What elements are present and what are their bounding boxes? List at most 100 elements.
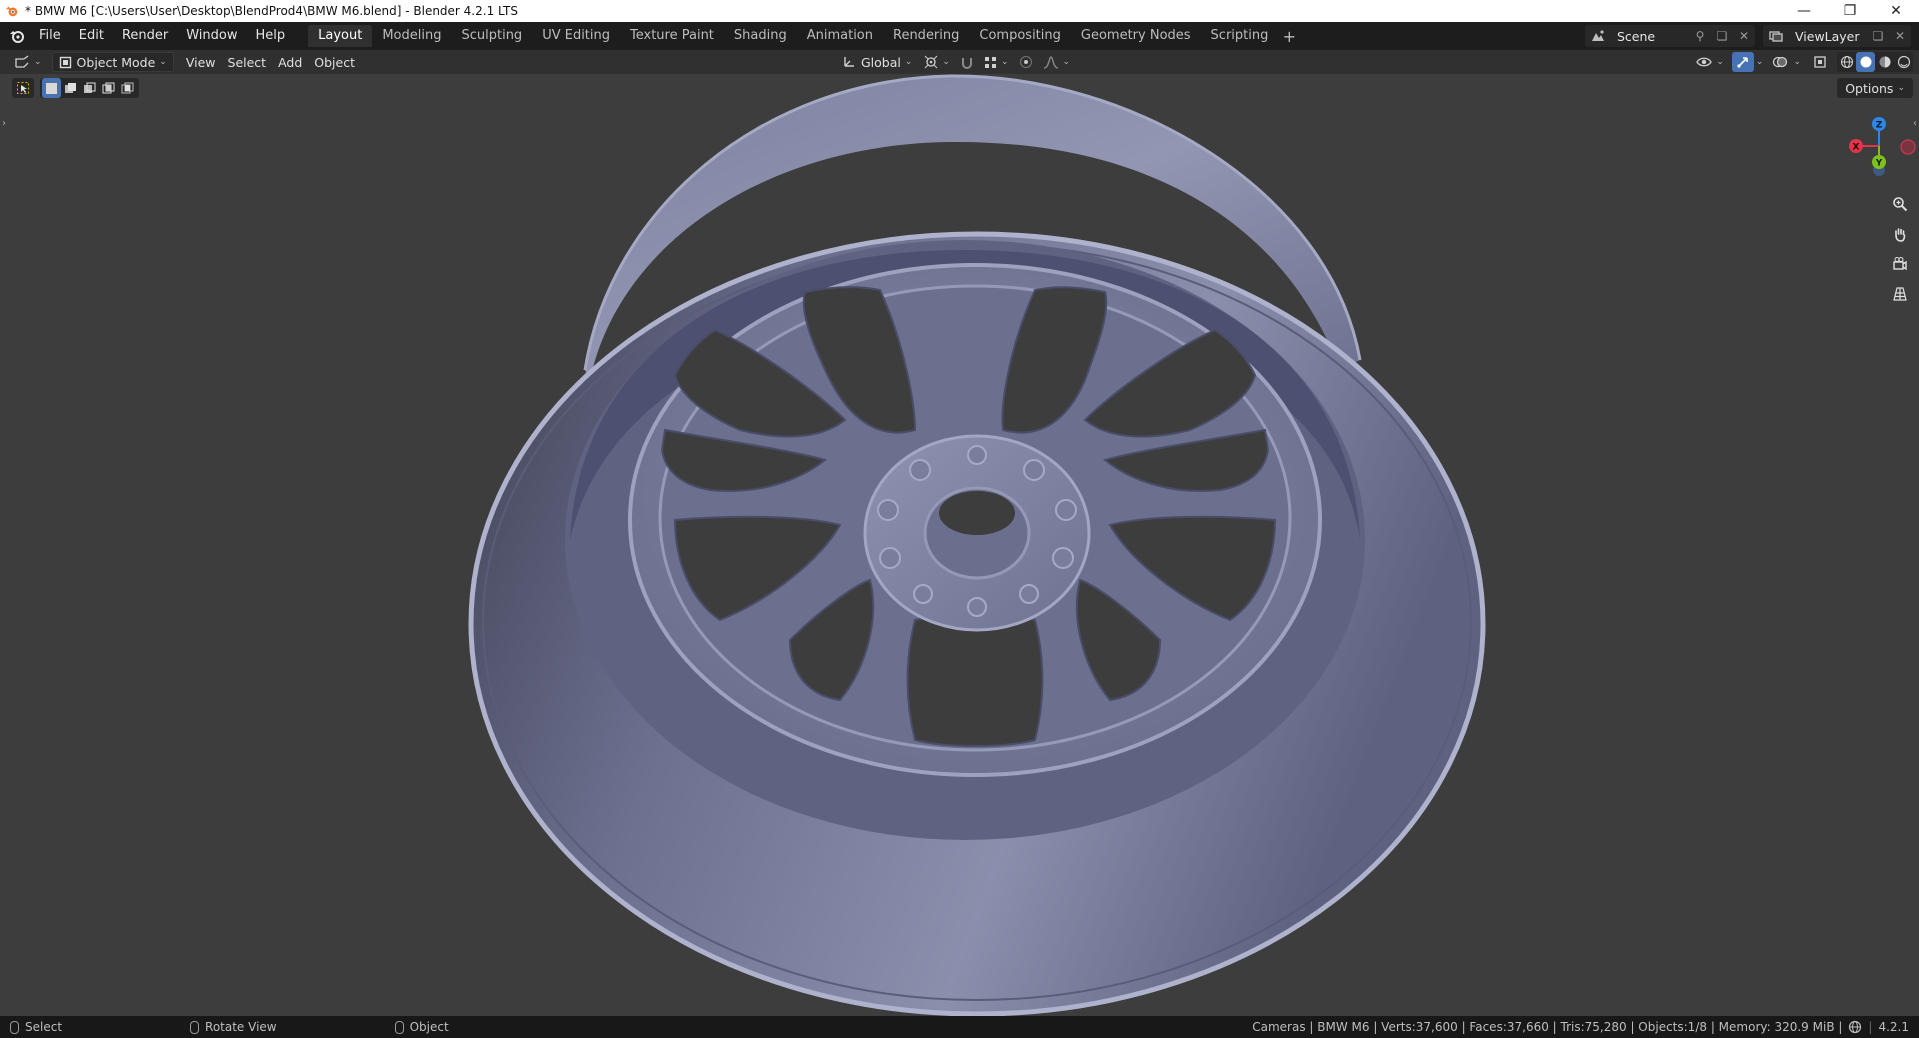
tab-shading[interactable]: Shading xyxy=(724,25,797,47)
menu-edit[interactable]: Edit xyxy=(70,22,113,50)
tab-scripting[interactable]: Scripting xyxy=(1201,25,1279,47)
chevron-down-icon[interactable]: ⌄ xyxy=(1756,57,1764,67)
pivot-point-dropdown[interactable]: ⌄ xyxy=(918,52,956,72)
new-scene-icon[interactable]: ❏ xyxy=(1711,25,1733,47)
orientation-label: Global xyxy=(861,54,901,70)
visibility-dropdown[interactable]: ⌄ xyxy=(1690,52,1730,72)
scene-icon xyxy=(1585,25,1611,47)
menu-render[interactable]: Render xyxy=(113,22,177,50)
restore-button[interactable]: ❐ xyxy=(1827,0,1873,22)
scene-selector[interactable]: Scene ⚲ ❏ ✕ xyxy=(1585,25,1755,47)
status-object-label: Object xyxy=(409,1020,449,1034)
editor-type-button[interactable]: ⌄ xyxy=(8,52,48,72)
select-invert-icon[interactable] xyxy=(99,78,118,98)
status-select-hint: Select xyxy=(10,1020,62,1034)
blender-version: 4.2.1 xyxy=(1878,1020,1909,1034)
status-select-label: Select xyxy=(25,1020,63,1034)
blender-app-icon xyxy=(5,6,18,17)
delete-view-layer-icon[interactable]: ✕ xyxy=(1889,25,1911,47)
chevron-down-icon: ⌄ xyxy=(904,57,913,67)
pin-icon[interactable]: ⚲ xyxy=(1689,25,1711,47)
snap-grid-icon xyxy=(984,56,996,68)
select-box-tool-icon[interactable] xyxy=(12,78,34,98)
scene-name[interactable]: Scene xyxy=(1611,29,1689,44)
options-dropdown[interactable]: Options ⌄ xyxy=(1837,78,1913,98)
eye-icon xyxy=(1696,57,1713,67)
tab-geometry-nodes[interactable]: Geometry Nodes xyxy=(1071,25,1201,47)
tab-modeling[interactable]: Modeling xyxy=(372,25,451,47)
options-label: Options xyxy=(1845,80,1894,96)
menu-select[interactable]: Select xyxy=(222,52,273,72)
proportional-editing-icon[interactable] xyxy=(1015,52,1037,72)
editor-type-icon xyxy=(15,55,29,68)
menu-help[interactable]: Help xyxy=(247,22,295,50)
snap-target-dropdown[interactable]: ⌄ xyxy=(978,52,1015,72)
viewport-display-tools: ⌄ ⌄ ⌄ xyxy=(1690,50,1913,74)
menu-file[interactable]: File xyxy=(30,22,70,50)
tab-sculpting[interactable]: Sculpting xyxy=(451,25,532,47)
view-layer-selector[interactable]: ViewLayer ❏ ✕ xyxy=(1763,25,1911,47)
blender-window: * BMW M6 [C:\Users\User\Desktop\BlendPro… xyxy=(0,0,1919,1038)
mode-dropdown[interactable]: Object Mode ⌄ xyxy=(51,52,174,72)
chevron-down-icon: ⌄ xyxy=(1062,57,1071,67)
status-rotate-hint: Rotate View xyxy=(190,1020,277,1034)
camera-view-icon[interactable] xyxy=(1889,252,1911,276)
status-bar: Select Rotate View Object Cameras | BMW … xyxy=(0,1016,1919,1038)
select-extend-icon[interactable] xyxy=(61,78,80,98)
pan-hand-icon[interactable] xyxy=(1889,222,1911,246)
tab-animation[interactable]: Animation xyxy=(797,25,883,47)
tab-rendering[interactable]: Rendering xyxy=(883,25,969,47)
chevron-down-icon: ⌄ xyxy=(1716,57,1724,67)
close-button[interactable]: ✕ xyxy=(1873,0,1919,22)
delete-scene-icon[interactable]: ✕ xyxy=(1733,25,1755,47)
3d-viewport[interactable]: › ‹ Options ⌄ Z X Y xyxy=(0,74,1919,1016)
tab-layout[interactable]: Layout xyxy=(308,25,373,47)
orientation-axes-icon xyxy=(844,57,854,67)
pivot-icon xyxy=(925,55,938,69)
snap-toggle-icon[interactable] xyxy=(956,52,978,72)
perspective-grid-icon[interactable] xyxy=(1889,282,1911,306)
object-mode-icon xyxy=(59,56,71,68)
falloff-dropdown[interactable]: ⌄ xyxy=(1037,52,1077,72)
gizmo-y-label: Y xyxy=(1875,159,1883,169)
shading-mode-group xyxy=(1837,52,1913,72)
rendered-shading-icon[interactable] xyxy=(1894,52,1913,72)
select-subtract-icon[interactable] xyxy=(80,78,99,98)
stats-text: Cameras | BMW M6 | Verts:37,600 | Faces:… xyxy=(1252,1020,1843,1034)
title-bar: * BMW M6 [C:\Users\User\Desktop\BlendPro… xyxy=(0,0,1919,22)
workspace-tabs: Layout Modeling Sculpting UV Editing Tex… xyxy=(308,22,1300,50)
menu-window[interactable]: Window xyxy=(177,22,246,50)
view-layer-name[interactable]: ViewLayer xyxy=(1789,29,1867,44)
material-preview-shading-icon[interactable] xyxy=(1875,52,1894,72)
select-intersect-icon[interactable] xyxy=(118,78,137,98)
menu-add[interactable]: Add xyxy=(272,52,308,72)
chevron-down-icon: ⌄ xyxy=(1897,83,1905,93)
blender-logo-icon[interactable] xyxy=(4,22,30,50)
add-workspace-button[interactable]: + xyxy=(1278,27,1300,46)
mouse-left-icon xyxy=(10,1020,19,1034)
wireframe-shading-icon[interactable] xyxy=(1837,52,1856,72)
select-new-icon[interactable] xyxy=(42,78,61,98)
gizmo-z-label: Z xyxy=(1876,121,1883,131)
tab-compositing[interactable]: Compositing xyxy=(969,25,1071,47)
gizmo-toggle-icon[interactable] xyxy=(1731,52,1754,72)
transform-orientation-dropdown[interactable]: Global ⌄ xyxy=(836,52,918,72)
chevron-right-icon[interactable]: › xyxy=(2,118,6,129)
solid-shading-icon[interactable] xyxy=(1856,52,1875,72)
window-title: * BMW M6 [C:\Users\User\Desktop\BlendPro… xyxy=(25,4,519,18)
new-view-layer-icon[interactable]: ❏ xyxy=(1867,25,1889,47)
mouse-middle-icon xyxy=(190,1020,200,1034)
navigation-gizmo[interactable]: Z X Y xyxy=(1829,114,1919,184)
tab-uv-editing[interactable]: UV Editing xyxy=(532,25,620,47)
tab-texture-paint[interactable]: Texture Paint xyxy=(620,25,724,47)
top-menu-bar: File Edit Render Window Help Layout Mode… xyxy=(0,22,1919,50)
menu-view[interactable]: View xyxy=(180,52,222,72)
wheel-rim-model[interactable] xyxy=(0,74,1919,1016)
menu-object[interactable]: Object xyxy=(308,52,361,72)
xray-toggle-icon[interactable] xyxy=(1809,52,1831,72)
overlays-toggle-icon[interactable] xyxy=(1769,52,1791,72)
minimize-button[interactable]: — xyxy=(1781,0,1827,22)
zoom-icon[interactable] xyxy=(1889,192,1911,216)
network-icon xyxy=(1849,1020,1862,1034)
chevron-down-icon[interactable]: ⌄ xyxy=(1793,57,1801,67)
